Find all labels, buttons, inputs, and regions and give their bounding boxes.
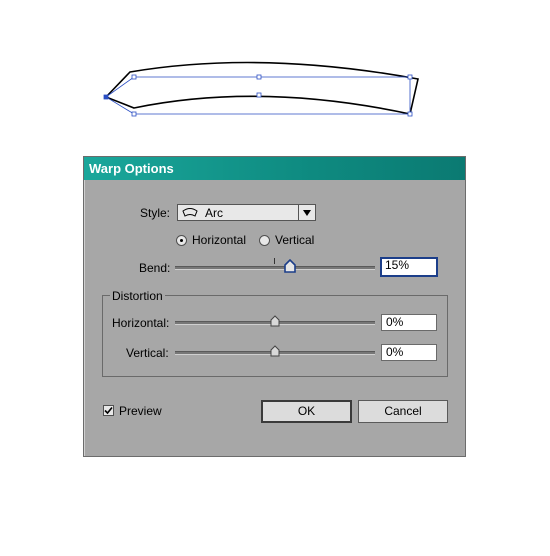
- checkmark-icon: [104, 406, 113, 415]
- cancel-button[interactable]: Cancel: [358, 400, 448, 423]
- preview-label[interactable]: Preview: [119, 404, 162, 418]
- radio-horizontal[interactable]: [176, 235, 187, 246]
- bend-slider-center-tick: [274, 258, 275, 264]
- warped-shape-canvas: [103, 61, 419, 117]
- radio-vertical-label[interactable]: Vertical: [275, 233, 314, 247]
- warped-shape[interactable]: [104, 61, 419, 115]
- arc-warp-icon: [182, 208, 198, 217]
- chevron-down-icon[interactable]: [303, 210, 311, 216]
- bend-value-field[interactable]: 15%: [380, 257, 438, 277]
- distortion-vertical-slider-thumb[interactable]: [270, 345, 280, 357]
- bend-slider-thumb[interactable]: [284, 259, 296, 273]
- bend-label: Bend:: [139, 261, 171, 275]
- dropdown-divider: [298, 205, 299, 220]
- distortion-horizontal-label: Horizontal:: [112, 316, 170, 330]
- distortion-horizontal-field[interactable]: 0%: [381, 314, 437, 331]
- distortion-group-label: Distortion: [110, 289, 165, 303]
- ok-button[interactable]: OK: [261, 400, 352, 423]
- style-dropdown[interactable]: Arc: [177, 204, 316, 221]
- bend-slider-track[interactable]: [175, 266, 375, 270]
- distortion-group: [102, 295, 448, 377]
- radio-horizontal-label[interactable]: Horizontal: [192, 233, 246, 247]
- distortion-vertical-label: Vertical:: [126, 346, 169, 360]
- style-value: Arc: [205, 206, 223, 220]
- radio-selected-dot: [180, 239, 183, 242]
- distortion-vertical-field[interactable]: 0%: [381, 344, 437, 361]
- warp-options-dialog: Warp Options Style: Arc Horizontal Verti…: [83, 156, 466, 457]
- preview-checkbox[interactable]: [103, 405, 114, 416]
- radio-vertical[interactable]: [259, 235, 270, 246]
- style-label: Style:: [140, 206, 171, 220]
- dialog-title[interactable]: Warp Options: [84, 157, 465, 180]
- distortion-horizontal-slider-thumb[interactable]: [270, 315, 280, 327]
